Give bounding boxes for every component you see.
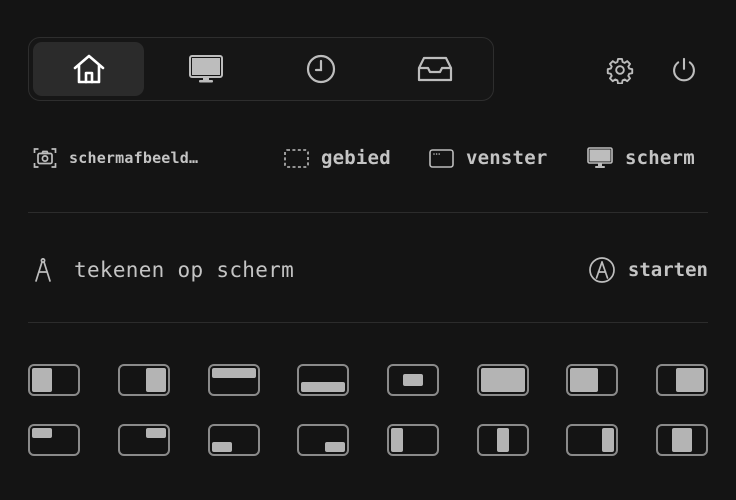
monitor-icon xyxy=(587,147,613,168)
screen-capture-button[interactable]: scherm xyxy=(587,140,695,176)
tab-history[interactable] xyxy=(265,42,376,96)
layout-right-two-thirds[interactable] xyxy=(656,364,708,396)
layout-bottom-left-quarter[interactable] xyxy=(208,424,260,456)
layout-left-third[interactable] xyxy=(387,424,439,456)
layout-top-left-quarter[interactable] xyxy=(28,424,80,456)
clock-icon xyxy=(306,54,335,84)
window-capture-button[interactable]: venster xyxy=(429,140,547,176)
tab-display[interactable] xyxy=(150,42,261,96)
layout-top-right-quarter[interactable] xyxy=(118,424,170,456)
screen-label: scherm xyxy=(625,147,695,169)
window-label: venster xyxy=(466,147,548,169)
compass-icon xyxy=(35,258,51,282)
tab-inbox[interactable] xyxy=(379,42,490,96)
draw-row: tekenen op scherm starten xyxy=(0,250,736,290)
window-layout-grid xyxy=(28,364,708,456)
layout-center[interactable] xyxy=(387,364,439,396)
layout-center-third[interactable] xyxy=(477,424,529,456)
tab-bar xyxy=(28,37,494,101)
draw-section: tekenen op scherm xyxy=(32,250,294,290)
divider xyxy=(28,212,708,213)
power-button[interactable] xyxy=(669,55,699,85)
dashed-selection-icon xyxy=(284,148,309,168)
tab-home[interactable] xyxy=(33,42,144,96)
layout-right-half[interactable] xyxy=(118,364,170,396)
layout-left-two-thirds[interactable] xyxy=(566,364,618,396)
monitor-icon xyxy=(188,55,223,83)
layout-bottom-right-quarter[interactable] xyxy=(297,424,349,456)
window-icon xyxy=(429,148,454,168)
home-icon xyxy=(73,54,104,84)
inbox-icon xyxy=(417,56,452,82)
layout-top-half[interactable] xyxy=(208,364,260,396)
screenshot-label: schermafbeeld… xyxy=(69,149,199,167)
draw-label: tekenen op scherm xyxy=(74,258,295,282)
layout-center-two-thirds[interactable] xyxy=(656,424,708,456)
layout-left-half[interactable] xyxy=(28,364,80,396)
layout-maximize[interactable] xyxy=(477,364,529,396)
pen-circle-icon xyxy=(589,257,615,283)
app-window: schermafbeeld… gebied venster scherm tek… xyxy=(0,0,736,500)
area-label: gebied xyxy=(321,147,391,169)
capture-row: schermafbeeld… gebied venster scherm xyxy=(0,140,736,176)
camera-icon xyxy=(33,148,57,168)
start-drawing-button[interactable]: starten xyxy=(588,250,708,290)
divider xyxy=(28,322,708,323)
layout-right-third[interactable] xyxy=(566,424,618,456)
layout-bottom-half[interactable] xyxy=(297,364,349,396)
area-capture-button[interactable]: gebied xyxy=(284,140,391,176)
gear-icon xyxy=(606,57,634,84)
start-label: starten xyxy=(627,259,708,281)
settings-button[interactable] xyxy=(605,55,635,85)
power-icon xyxy=(673,57,695,82)
screenshot-button[interactable]: schermafbeeld… xyxy=(33,140,198,176)
